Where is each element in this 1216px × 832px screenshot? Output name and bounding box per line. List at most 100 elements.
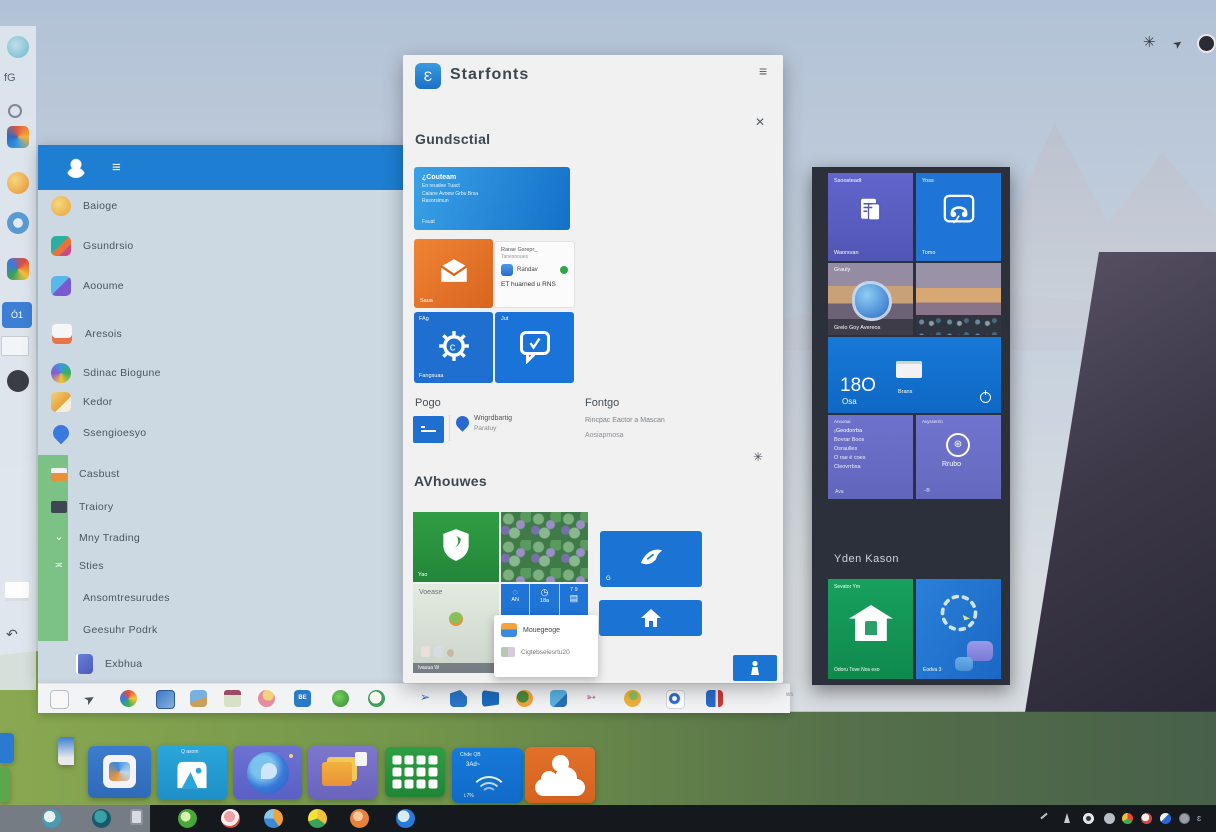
- globe-app-icon[interactable]: [396, 809, 415, 828]
- dragon-icon[interactable]: [332, 690, 349, 707]
- orange-app-icon[interactable]: [7, 172, 29, 194]
- book-app-icon[interactable]: [130, 809, 143, 825]
- notification-card[interactable]: Rarae Gsrepr_ Tanesooues Randav ET huarn…: [494, 241, 575, 308]
- tray-blue-icon[interactable]: [1160, 813, 1171, 824]
- sidebar-item[interactable]: Ansomtresurudes: [38, 585, 403, 611]
- dark-app-icon[interactable]: [7, 370, 29, 392]
- orange-app-icon[interactable]: [350, 809, 369, 828]
- sidebar-item[interactable]: Geesuhr Podrk: [38, 617, 403, 643]
- gear-small-icon[interactable]: [8, 104, 22, 118]
- fg-badge[interactable]: fG: [4, 72, 16, 84]
- drop-app-icon[interactable]: [92, 809, 111, 828]
- sparkle-icon[interactable]: ✳: [1143, 33, 1161, 51]
- browser-icon[interactable]: [120, 690, 137, 707]
- pomegranate-app-icon[interactable]: [221, 809, 240, 828]
- sidebar-item[interactable]: Ssengioesyo: [38, 420, 403, 446]
- sidebar-item[interactable]: Aooume: [38, 273, 403, 299]
- leaf-circle-icon[interactable]: [368, 690, 385, 707]
- radio-tile[interactable]: Avysserrin ⊛ Rrubo -®: [916, 415, 1001, 499]
- tile-app-badge[interactable]: Ó1: [2, 302, 32, 328]
- pin-action-button[interactable]: [733, 655, 777, 681]
- sidebar-item[interactable]: Aresois: [38, 321, 403, 347]
- gallery-photo-tile[interactable]: Grauly Grelo Goy Avereos: [828, 263, 913, 335]
- target-icon[interactable]: [668, 692, 681, 705]
- preview-tile[interactable]: Voease Ivauua W: [413, 584, 499, 673]
- person-icon[interactable]: [450, 690, 467, 707]
- pen-icon[interactable]: [1040, 813, 1047, 820]
- orange-ring-icon[interactable]: [516, 690, 533, 707]
- plant-icon[interactable]: [258, 690, 275, 707]
- nav-hamburger-icon[interactable]: ≡: [112, 159, 121, 176]
- tray-globe-icon[interactable]: [1179, 813, 1190, 824]
- share-button[interactable]: G: [600, 531, 702, 587]
- dock-tile-clouds[interactable]: [525, 747, 595, 803]
- cursor-icon[interactable]: ➤: [1170, 33, 1189, 52]
- stylus-icon[interactable]: [1062, 813, 1072, 823]
- panel-hamburger-icon[interactable]: ≡: [759, 63, 767, 79]
- sidebar-item[interactable]: Baioge: [38, 193, 403, 219]
- pogo-item[interactable]: Wrigrdbartig Paratuy: [474, 415, 512, 432]
- dock-tile-keypad[interactable]: [385, 747, 445, 797]
- dock-tile-folders[interactable]: [308, 746, 377, 799]
- home-green-tile[interactable]: Sevator Ym Odoru Tove Nos eso: [828, 579, 913, 679]
- orange-blue-app-icon[interactable]: [264, 809, 283, 828]
- tray-glyph-icon[interactable]: ɛ: [1197, 813, 1201, 823]
- mail-icon[interactable]: [224, 690, 241, 707]
- partial-tile[interactable]: [58, 737, 74, 765]
- record-icon[interactable]: [1197, 34, 1216, 53]
- sidebar-item[interactable]: Gsundrsio: [38, 233, 403, 259]
- photo-tile-foliage[interactable]: [501, 512, 588, 582]
- sidebar-item[interactable]: ≍ Sties: [38, 553, 403, 579]
- paint-app-icon[interactable]: [7, 258, 29, 280]
- clock-app-icon[interactable]: [7, 212, 29, 234]
- flag-icon[interactable]: [482, 690, 499, 707]
- sunset-photo-tile[interactable]: [916, 263, 1001, 335]
- sidebar-item[interactable]: Casbust: [38, 461, 403, 487]
- power-icon[interactable]: [980, 392, 991, 403]
- sidebar-item[interactable]: Traiory: [38, 494, 403, 520]
- documents-tile[interactable]: Ssoosteadt Waorsvan: [828, 173, 913, 261]
- undo-icon[interactable]: ↶: [6, 626, 18, 643]
- sync-tile[interactable]: Eodva 3: [916, 579, 1001, 679]
- mail-count-tile[interactable]: 18O Osa Brans: [828, 337, 1001, 413]
- partial-tile[interactable]: [0, 768, 10, 802]
- card-stack-icon[interactable]: [5, 582, 29, 598]
- be-app-icon[interactable]: BE: [294, 690, 311, 707]
- dock-tile-browser[interactable]: [233, 746, 302, 799]
- tray-record-icon[interactable]: [1083, 813, 1094, 824]
- dock-tile-files[interactable]: [88, 746, 151, 798]
- pogo-tile[interactable]: [413, 416, 444, 443]
- lime-app-icon[interactable]: [178, 809, 197, 828]
- tray-circle-icon[interactable]: [1104, 813, 1115, 824]
- flyout-row[interactable]: Cigtebseiesrtu20: [501, 647, 591, 657]
- sidebar-item[interactable]: Sdinac Biogune: [38, 360, 403, 386]
- user-avatar-icon[interactable]: [66, 158, 86, 178]
- dock-tile-weather[interactable]: Chde QB 3Ad~ i.7%: [452, 748, 523, 803]
- chat-tile[interactable]: Jut: [495, 312, 574, 383]
- sparkle-icon[interactable]: ✳: [753, 450, 763, 464]
- close-icon[interactable]: ✕: [755, 115, 765, 129]
- cursor-icon[interactable]: ➤: [81, 687, 104, 710]
- mango-app-icon[interactable]: [308, 809, 327, 828]
- tray-red-icon[interactable]: [1141, 813, 1152, 824]
- home-button[interactable]: [599, 600, 702, 636]
- peach-icon[interactable]: [624, 690, 641, 707]
- security-tile[interactable]: Yao: [413, 512, 499, 582]
- photos-icon[interactable]: [156, 690, 175, 709]
- news-list-tile[interactable]: Anoonai ¡Geodorrba Bovrar Boos Osraulles…: [828, 415, 913, 499]
- settings-tile[interactable]: FAg c Fangsuaa: [414, 312, 493, 383]
- picture-icon[interactable]: [550, 690, 567, 707]
- gallery-icon[interactable]: [706, 690, 723, 707]
- audio-tile[interactable]: Yoss Tomo: [916, 173, 1001, 261]
- sidebar-item[interactable]: ⌄ Mny Trading: [38, 525, 403, 551]
- partial-tile[interactable]: [0, 733, 14, 763]
- tray-browser-icon[interactable]: [1122, 813, 1133, 824]
- swirl-app-icon[interactable]: [42, 809, 61, 828]
- dock-tile-photos[interactable]: Q asom: [157, 745, 227, 800]
- folder-icon[interactable]: [50, 690, 69, 709]
- fish-icon[interactable]: ➢: [420, 690, 437, 707]
- image-icon[interactable]: [190, 690, 207, 707]
- sidebar-item[interactable]: Kedor: [38, 389, 403, 415]
- sidebar-item[interactable]: Exbhua: [38, 651, 403, 677]
- arrow-icon[interactable]: ➳: [586, 690, 603, 707]
